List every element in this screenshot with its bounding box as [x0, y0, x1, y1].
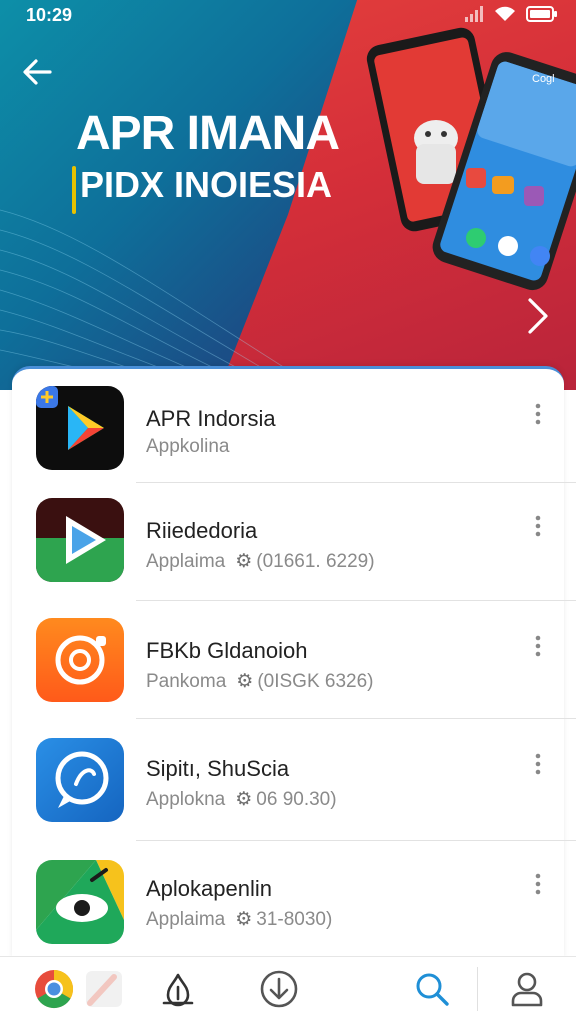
app-name: Riiededoria: [146, 518, 258, 543]
app-subtitle: Pankoma: [146, 671, 227, 692]
app-subtitle-row: Applaima ⚙ (01661. 6229): [146, 550, 375, 573]
play-triangle-icon: [36, 498, 124, 582]
nav-profile[interactable]: [503, 965, 551, 1013]
list-item[interactable]: APR Indorsia Appkolina: [0, 386, 576, 504]
list-item[interactable]: Sipitı, ShuScia Applokna ⚙ 06 90.30): [0, 738, 576, 856]
play-store-icon: [36, 386, 124, 470]
app-subtitle-row: Applokna ⚙ 06 90.30): [146, 788, 337, 811]
nav-search[interactable]: [408, 965, 456, 1013]
app-meta: (01661. 6229): [256, 551, 375, 572]
status-time: 10:29: [26, 5, 73, 25]
divider: [136, 600, 576, 601]
nav-home[interactable]: [154, 965, 202, 1013]
app-name: Sipitı, ShuScia: [146, 756, 290, 781]
app-subtitle: Applaima: [146, 551, 226, 572]
tab-preview-icon: [86, 971, 122, 1007]
list-item[interactable]: Riiededoria Applaima ⚙ (01661. 6229): [0, 498, 576, 616]
phones-illustration: Cogl: [366, 27, 576, 291]
download-icon: [260, 970, 298, 1008]
battery-icon: [526, 6, 557, 22]
gear-icon: ⚙: [236, 671, 254, 692]
app-subtitle: Applaima: [146, 909, 226, 930]
hero-title: APR IMANA: [76, 107, 340, 160]
hero-accent-bar: [72, 166, 76, 214]
status-bar: 10:29: [0, 0, 576, 32]
nav-download[interactable]: [255, 965, 303, 1013]
search-icon: [416, 973, 449, 1006]
app-subtitle: Appkolina: [146, 436, 230, 457]
more-vertical-icon[interactable]: [530, 872, 546, 896]
nav-separator: [477, 967, 478, 1011]
nav-browser[interactable]: [30, 965, 78, 1013]
more-vertical-icon[interactable]: [530, 402, 546, 426]
more-vertical-icon[interactable]: [530, 514, 546, 538]
signal-icon: [465, 6, 483, 22]
chevron-right-icon[interactable]: [520, 292, 556, 340]
app-subtitle-row: Pankoma ⚙ (0ISGK 6326): [146, 670, 374, 693]
bottom-navigation: [0, 956, 576, 1025]
camera-ring-icon: [36, 618, 124, 702]
home-icon: [162, 973, 194, 1007]
more-vertical-icon[interactable]: [530, 634, 546, 658]
app-subtitle: Applokna: [146, 789, 226, 810]
app-meta: 06 90.30): [256, 789, 337, 810]
divider: [136, 482, 576, 483]
gear-icon: ⚙: [235, 551, 253, 572]
app-name: Aplokapenlin: [146, 876, 272, 901]
app-meta: (0ISGK 6326): [257, 671, 374, 692]
hero-banner: Cogl 10:29 APR IMANA PIDX INOIESIA: [0, 0, 576, 390]
browser-icon: [35, 969, 74, 1009]
eye-icon: [36, 860, 124, 944]
gear-icon: ⚙: [235, 909, 253, 930]
hero-subtitle: PIDX INOIESIA: [80, 164, 333, 205]
more-vertical-icon[interactable]: [530, 752, 546, 776]
phone-search-label: Cogl: [532, 73, 555, 85]
back-arrow-icon[interactable]: [20, 54, 56, 90]
app-meta: 31-8030): [256, 909, 333, 930]
app-name: FBKb Gldanoioh: [146, 638, 308, 663]
app-subtitle-row: Applaima ⚙ 31-8030): [146, 908, 332, 931]
app-name: APR Indorsia: [146, 406, 276, 431]
profile-icon: [511, 972, 543, 1007]
nav-tab-preview[interactable]: [80, 965, 128, 1013]
divider: [136, 718, 576, 719]
divider: [136, 840, 576, 841]
wifi-icon: [495, 6, 515, 21]
chat-bubble-icon: [36, 738, 124, 822]
gear-icon: ⚙: [235, 789, 253, 810]
